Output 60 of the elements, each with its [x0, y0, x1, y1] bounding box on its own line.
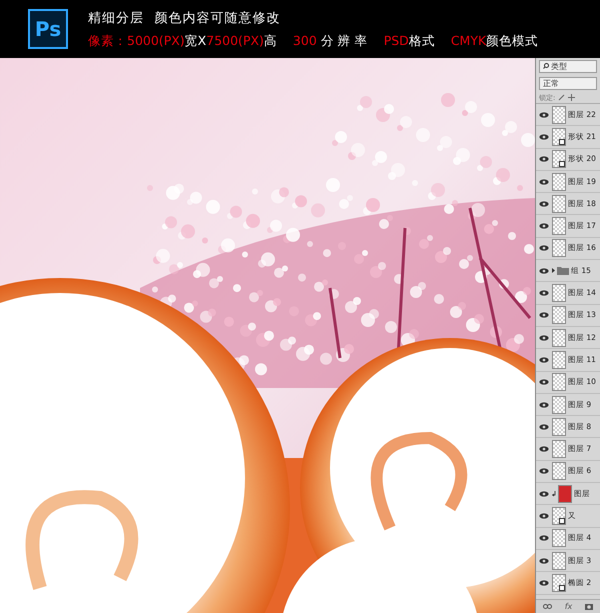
clip-arrow-icon [552, 490, 556, 497]
eye-icon[interactable] [539, 402, 549, 408]
spec-text: 300 分 辨 率 [292, 32, 368, 50]
layer-thumbnail [552, 172, 566, 191]
app-logo: Ps [28, 9, 68, 49]
blend-mode-dropdown[interactable]: 正常 [539, 77, 597, 90]
eye-icon[interactable] [539, 512, 549, 519]
eye-icon[interactable] [539, 290, 549, 296]
layer-thumbnail [552, 106, 566, 124]
eye-icon[interactable] [539, 424, 549, 430]
expand-arrow-icon[interactable] [552, 268, 555, 274]
shape-thumbnail [552, 150, 566, 168]
eye-icon[interactable] [539, 468, 549, 474]
mask-icon[interactable] [585, 604, 594, 610]
layer-thumbnail [552, 440, 566, 458]
layer-thumbnail [558, 484, 572, 503]
eye-icon[interactable] [539, 200, 549, 207]
move-icon[interactable] [568, 94, 576, 101]
shape-thumbnail [552, 574, 566, 592]
layer-thumbnail [552, 194, 566, 213]
eye-icon[interactable] [539, 245, 549, 252]
layer-thumbnail [552, 396, 566, 414]
layer-thumbnail [552, 217, 566, 236]
eye-icon[interactable] [539, 178, 549, 185]
eye-icon[interactable] [539, 535, 549, 542]
folder-icon [557, 266, 569, 276]
layer-thumbnail [552, 239, 566, 258]
layer-thumbnail [552, 462, 566, 480]
eye-icon[interactable] [539, 490, 549, 497]
spec-text: PSD格式 [384, 32, 435, 50]
layer-thumbnail [552, 306, 566, 324]
eye-icon[interactable] [539, 580, 549, 586]
eye-icon[interactable] [539, 558, 549, 564]
eye-icon[interactable] [539, 156, 549, 162]
spec-text: CMYK颜色模式 [450, 32, 538, 50]
eye-icon[interactable] [539, 356, 549, 363]
brush-icon[interactable] [558, 94, 566, 101]
eye-icon[interactable] [539, 268, 549, 274]
layer-thumbnail [552, 529, 566, 548]
eye-icon[interactable] [539, 379, 549, 386]
fx-button[interactable]: fx [564, 602, 572, 611]
layer-thumbnail [552, 552, 566, 570]
layer-thumbnail [552, 350, 566, 369]
layer-thumbnail [552, 328, 566, 347]
search-icon [543, 63, 549, 69]
layer-thumbnail [552, 284, 566, 302]
eye-icon[interactable] [539, 134, 549, 140]
eye-icon[interactable] [539, 112, 549, 118]
eye-icon[interactable] [539, 446, 549, 452]
layer-thumbnail [552, 373, 566, 392]
spec-text: 像素：5000(PX)宽X7500(PX)高 [88, 32, 277, 50]
eye-icon[interactable] [539, 223, 549, 230]
link-icon[interactable] [542, 604, 552, 609]
layer-thumbnail [552, 418, 566, 436]
eye-icon[interactable] [539, 312, 549, 318]
filter-dropdown[interactable]: 类型 [539, 60, 597, 73]
shape-thumbnail [552, 506, 566, 525]
eye-icon[interactable] [539, 334, 549, 341]
header-title: 精细分层 颜色内容可随意修改 [88, 10, 282, 26]
shape-thumbnail [552, 128, 566, 146]
